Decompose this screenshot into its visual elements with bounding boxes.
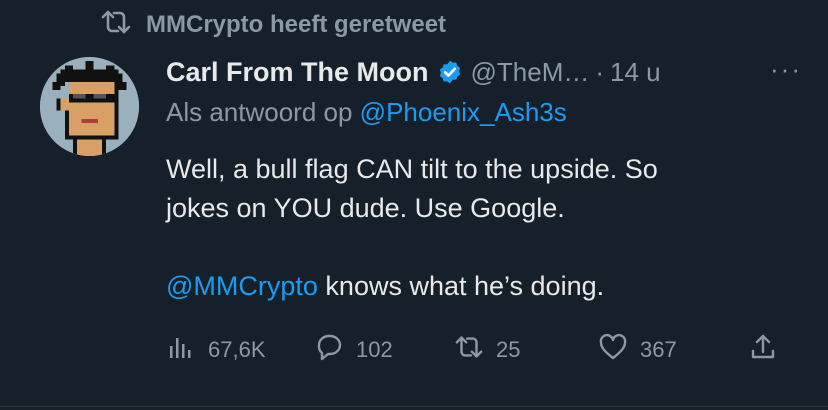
retweet-icon <box>454 332 484 368</box>
divider <box>0 406 828 407</box>
reply-prefix: Als antwoord op <box>166 97 360 127</box>
avatar[interactable] <box>40 57 139 156</box>
like-count: 367 <box>640 337 677 362</box>
retweet-label: MMCrypto heeft geretweet <box>146 11 447 38</box>
retweet-count: 25 <box>496 337 521 362</box>
retweet-button[interactable]: 25 <box>454 330 520 370</box>
tweet-text: Well, a bull flag CAN tilt to the upside… <box>166 150 786 306</box>
views-count: 67,6K <box>208 337 266 362</box>
reply-context: Als antwoord op @Phoenix_Ash3s <box>166 97 567 128</box>
tweet-line: Well, a bull flag CAN tilt to the upside… <box>166 154 658 184</box>
tweet-text-rest: knows what he’s doing. <box>317 271 605 301</box>
mention-link[interactable]: @MMCrypto <box>166 271 318 301</box>
more-options-icon[interactable]: ··· <box>770 54 802 85</box>
views-button[interactable]: 67,6K <box>166 330 266 370</box>
separator-dot: · <box>595 56 605 87</box>
reply-icon <box>314 332 344 368</box>
heart-icon <box>598 332 628 368</box>
author-name[interactable]: Carl From The Moon <box>166 57 429 88</box>
tweet-line: jokes on YOU dude. Use Google. <box>166 193 565 223</box>
action-bar: 67,6K 102 25 367 <box>166 330 786 370</box>
author-handle[interactable]: @TheM… <box>471 57 590 88</box>
reply-handle-link[interactable]: @Phoenix_Ash3s <box>360 97 567 127</box>
retweet-icon <box>100 8 132 43</box>
verified-badge-icon[interactable] <box>437 59 463 85</box>
reply-count: 102 <box>356 337 393 362</box>
analytics-icon <box>166 332 196 368</box>
tweet-header: Carl From The Moon @TheM… · 14 u ··· <box>166 52 802 92</box>
reply-button[interactable]: 102 <box>314 330 393 370</box>
share-icon <box>748 332 778 368</box>
share-button[interactable] <box>748 330 778 370</box>
retweet-context[interactable]: MMCrypto heeft geretweet <box>100 8 446 42</box>
timestamp[interactable]: 14 u <box>610 57 661 88</box>
tweet-line: @MMCrypto knows what he’s doing. <box>166 267 786 306</box>
like-button[interactable]: 367 <box>598 330 677 370</box>
